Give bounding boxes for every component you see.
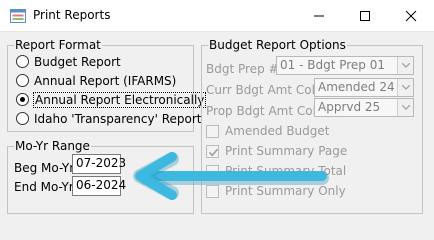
- bdgt-prep-value: 01 - Bdgt Prep 01: [280, 58, 385, 72]
- curr-bdgt-amt-col-label: Curr Bdgt Amt Col:: [206, 83, 319, 97]
- radio-label: Annual Report (IFARMS): [34, 73, 177, 88]
- radio-button-selected[interactable]: [16, 93, 29, 106]
- end-mo-yr-label: End Mo-Yr:: [14, 180, 78, 194]
- close-icon: [405, 10, 417, 22]
- radio-label: Budget Report: [34, 54, 121, 69]
- curr-bdgt-amt-col-value: Amended 24: [318, 80, 395, 94]
- radio-label: Idaho 'Transparency' Report: [34, 111, 202, 126]
- prop-bdgt-amt-col-select[interactable]: Apprvd 25: [314, 98, 414, 117]
- budget-report-options-legend: Budget Report Options: [208, 38, 347, 52]
- checkbox-print-summary-total[interactable]: Print Summary Total: [206, 163, 346, 179]
- mo-yr-range-group: Mo-Yr Range Beg Mo-Yr: 07-2023 End Mo-Yr…: [7, 139, 194, 214]
- beg-mo-yr-input[interactable]: 07-2023: [72, 154, 126, 174]
- report-app-icon: [10, 9, 26, 23]
- checkbox-label: Amended Budget: [225, 124, 330, 138]
- end-mo-yr-input[interactable]: 06-2024: [72, 176, 126, 196]
- checkbox-print-summary-page[interactable]: Print Summary Page: [206, 143, 347, 159]
- bdgt-prep-select[interactable]: 01 - Bdgt Prep 01: [276, 56, 414, 75]
- beg-mo-yr-label: Beg Mo-Yr:: [14, 161, 78, 175]
- title-bar: Print Reports: [0, 0, 434, 32]
- dropdown-button[interactable]: [397, 99, 413, 116]
- chevron-down-icon: [402, 85, 410, 90]
- report-format-legend: Report Format: [14, 38, 102, 52]
- prop-bdgt-amt-col-label: Prop Bdgt Amt Col:: [206, 104, 320, 118]
- checkbox[interactable]: [206, 184, 219, 198]
- radio-label: Annual Report Electronically: [32, 91, 207, 108]
- checkbox-print-summary-only[interactable]: Print Summary Only: [206, 183, 346, 199]
- checkmark-icon: [208, 148, 219, 156]
- checkbox-label: Print Summary Total: [225, 164, 347, 178]
- mo-yr-range-legend: Mo-Yr Range: [14, 139, 91, 153]
- prop-bdgt-amt-col-value: Apprvd 25: [318, 100, 381, 114]
- checkbox[interactable]: [206, 124, 219, 138]
- report-format-group: Report Format Budget Report Annual Repor…: [7, 38, 207, 132]
- minimize-icon: [314, 15, 324, 17]
- checkbox[interactable]: [206, 164, 219, 178]
- checkbox-label: Print Summary Page: [225, 144, 348, 158]
- dropdown-button[interactable]: [397, 79, 413, 96]
- maximize-icon: [360, 11, 370, 21]
- checkbox-label: Print Summary Only: [225, 184, 346, 198]
- radio-button[interactable]: [16, 74, 29, 87]
- bdgt-prep-label: Bdgt Prep #:: [206, 62, 283, 76]
- dropdown-button[interactable]: [397, 57, 413, 74]
- chevron-down-icon: [402, 63, 410, 68]
- radio-annual-report-ifarms[interactable]: Annual Report (IFARMS): [16, 72, 176, 89]
- radio-budget-report[interactable]: Budget Report: [16, 53, 121, 70]
- radio-idaho-transparency-report[interactable]: Idaho 'Transparency' Report: [16, 110, 202, 127]
- chevron-down-icon: [402, 105, 410, 110]
- radio-annual-report-electronically[interactable]: Annual Report Electronically: [16, 91, 207, 108]
- curr-bdgt-amt-col-select[interactable]: Amended 24: [314, 78, 414, 97]
- radio-button[interactable]: [16, 112, 29, 125]
- checkbox-amended-budget[interactable]: Amended Budget: [206, 123, 329, 139]
- maximize-button[interactable]: [342, 0, 388, 32]
- minimize-button[interactable]: [296, 0, 342, 32]
- window-title: Print Reports: [33, 8, 111, 22]
- close-button[interactable]: [388, 0, 434, 32]
- checkbox-checked[interactable]: [206, 144, 219, 158]
- radio-button[interactable]: [16, 55, 29, 68]
